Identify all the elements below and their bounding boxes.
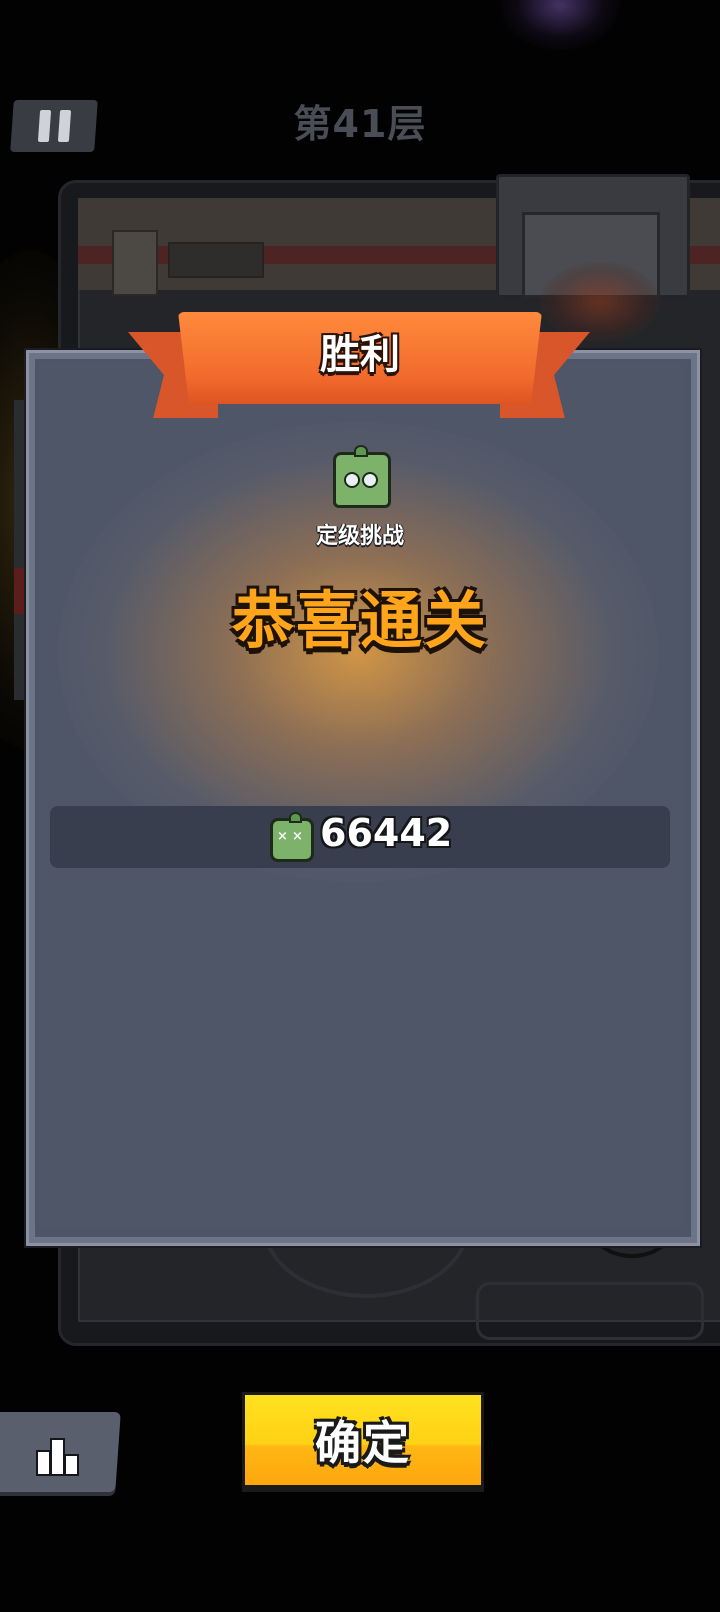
zombie-kill-icon: × ×: [270, 812, 314, 862]
zombie-sprout: [354, 445, 368, 457]
game-scene-board: [168, 242, 264, 278]
bar-chart-bar-3: [64, 1454, 79, 1476]
confirm-label: 确定: [315, 1416, 411, 1470]
zombie-eye-right: [362, 472, 378, 488]
kill-icon-eye-left: ×: [277, 829, 288, 844]
kill-icon-eye-right: ×: [292, 829, 303, 844]
game-screen: 第41层 胜利 定级挑战 恭喜通关 × × 66442 确定: [0, 0, 720, 1612]
kill-icon-sprout: [289, 812, 302, 823]
game-scene-door: [112, 230, 158, 296]
zombie-eye-left: [344, 472, 360, 488]
bar-chart-bar-1: [36, 1450, 51, 1476]
reward-value: 66442: [320, 811, 453, 855]
green-zombie-icon: [333, 445, 391, 508]
confirm-button[interactable]: 确定: [242, 1392, 484, 1488]
pause-button[interactable]: [10, 100, 98, 152]
background-glow: [500, 0, 620, 50]
victory-title: 胜利: [320, 332, 400, 378]
bar-chart-bar-2: [50, 1438, 65, 1476]
pause-icon: [37, 110, 51, 142]
pause-icon-bar: [57, 110, 71, 142]
floor-title: 第41层: [293, 102, 427, 146]
congrats-text: 恭喜通关: [231, 584, 488, 657]
game-scene-fire: [540, 262, 660, 342]
game-scene-bottom-panel: [476, 1282, 704, 1340]
challenge-label: 定级挑战: [315, 524, 404, 549]
bar-chart-icon: [36, 1436, 80, 1476]
